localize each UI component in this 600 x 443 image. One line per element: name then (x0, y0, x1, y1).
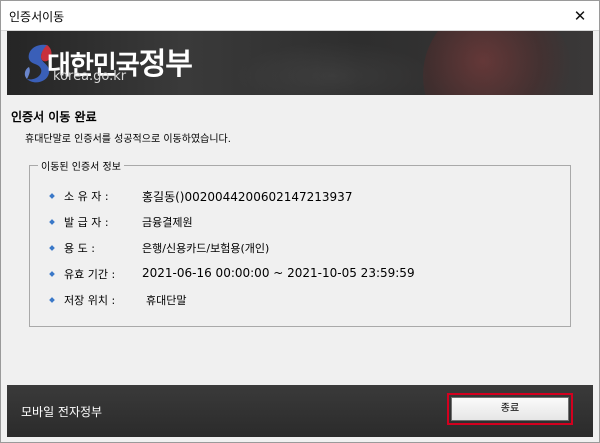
banner-glow-decoration (233, 41, 433, 95)
info-value: 2021-06-16 00:00:00 ~ 2021-10-05 23:59:5… (142, 266, 415, 280)
info-value: 홍길동()0020044200602147213937 (142, 190, 353, 204)
bullet-icon (49, 219, 55, 225)
info-label: 용 도 : (64, 242, 95, 255)
certificate-move-window: 인증서이동 ✕ 대한민국정부 korea.go.kr 인증서 이동 완료 휴대단… (0, 0, 600, 443)
bullet-icon (49, 297, 55, 303)
logo-url: korea.go.kr (53, 69, 127, 84)
bullet-icon (49, 245, 55, 251)
info-label: 발 급 자 : (64, 216, 109, 229)
info-label: 저장 위치 : (64, 294, 116, 307)
government-banner: 대한민국정부 korea.go.kr (7, 31, 593, 95)
main-content: 인증서 이동 완료 휴대단말로 인증서를 성공적으로 이동하였습니다. 이동된 … (7, 95, 593, 385)
info-label: 유효 기간 : (64, 268, 116, 281)
banner-orb-decoration (423, 31, 573, 95)
footer-brand: 모바일 전자정부 (21, 405, 103, 419)
info-label: 소 유 자 : (64, 190, 109, 203)
page-title: 인증서 이동 완료 (11, 110, 97, 124)
footer-bar: 모바일 전자정부 종료 (7, 385, 593, 437)
close-button-highlight: 종료 (447, 393, 573, 425)
info-value: 휴대단말 (146, 294, 187, 307)
close-button[interactable]: 종료 (451, 397, 569, 421)
window-title: 인증서이동 (9, 10, 65, 24)
bullet-icon (49, 271, 55, 277)
info-value: 은행/신용카드/보험용(개인) (142, 242, 270, 255)
status-message: 휴대단말로 인증서를 성공적으로 이동하였습니다. (25, 134, 231, 145)
group-title: 이동된 인증서 정보 (38, 158, 124, 173)
certificate-info-group: 이동된 인증서 정보 소 유 자 : 홍길동()0020044200602147… (29, 158, 571, 327)
title-bar[interactable]: 인증서이동 ✕ (1, 1, 599, 31)
info-value: 금융결제원 (142, 216, 193, 229)
bullet-icon (49, 193, 55, 199)
close-icon[interactable]: ✕ (569, 5, 591, 27)
logo-text-government: 정부 (138, 47, 193, 82)
